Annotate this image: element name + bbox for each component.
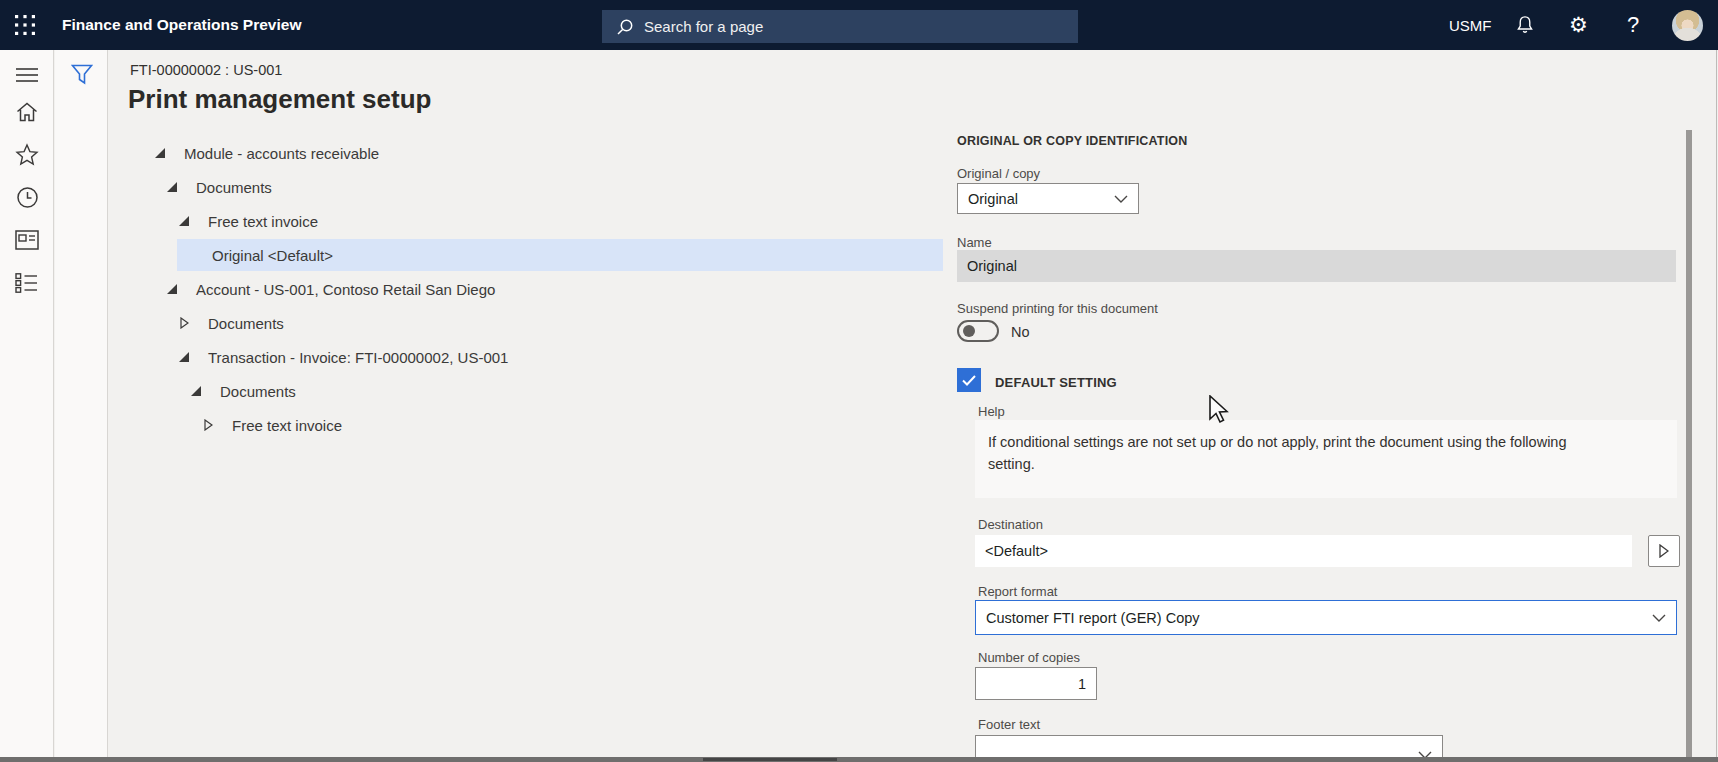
breadcrumb[interactable]: FTI-00000002 : US-001 [130,62,282,78]
tree: Module - accounts receivable Documents Fre… [144,136,943,442]
report-format-select[interactable]: Customer FTI report (GER) Copy [975,600,1677,635]
user-avatar[interactable] [1672,10,1703,41]
suspend-label: Suspend printing for this document [957,301,1158,316]
tree-item-label: Documents [208,315,284,332]
search-placeholder: Search for a page [644,18,763,35]
tree-expander-icon[interactable] [179,351,189,363]
menu-hamburger-icon[interactable] [0,62,54,88]
vertical-scrollbar[interactable] [1686,130,1692,762]
copies-input[interactable]: 1 [975,667,1097,700]
settings-gear-icon[interactable]: ⚙ [1569,0,1588,50]
tree-item-label: Free text invoice [232,417,342,434]
tree-item[interactable]: Documents [144,306,943,340]
app-launcher-icon[interactable] [12,12,38,38]
default-setting-label: DEFAULT SETTING [995,375,1117,390]
favorites-star-icon[interactable] [0,141,54,167]
app-window: Finance and Operations Preview Search fo… [0,0,1718,762]
mouse-cursor [1208,395,1230,425]
filter-funnel-icon[interactable] [55,61,109,87]
checkmark-icon [962,375,976,386]
app-title[interactable]: Finance and Operations Preview [62,0,301,50]
workspaces-icon[interactable] [0,227,54,253]
name-input: Original [957,250,1676,282]
page-title: Print management setup [128,84,431,115]
chevron-down-icon [1652,614,1666,622]
tree-item[interactable]: Account - US-001, Contoso Retail San Die… [144,272,943,306]
tree-item-label: Original <Default> [212,247,333,264]
tree-item[interactable]: Free text invoice [144,408,943,442]
bottom-edge-text [703,758,837,761]
copies-label: Number of copies [978,650,1080,665]
tree-item-label: Documents [196,179,272,196]
chevron-down-icon [1114,195,1128,203]
right-border [1716,50,1717,762]
tree-item[interactable]: Transaction - Invoice: FTI-00000002, US-… [144,340,943,374]
tree-item-label: Documents [220,383,296,400]
toggle-knob [963,325,975,337]
tree-item-label: Free text invoice [208,213,318,230]
tree-item[interactable]: Module - accounts receivable [144,136,943,170]
tree-expander-icon[interactable] [179,317,189,329]
destination-settings-button[interactable] [1648,535,1680,567]
help-label: Help [978,404,1005,419]
section-header: ORIGINAL OR COPY IDENTIFICATION [957,134,1188,148]
nav-rail [0,50,54,762]
tree-item-label: Transaction - Invoice: FTI-00000002, US-… [208,349,508,366]
name-label: Name [957,235,992,250]
original-copy-select[interactable]: Original [957,183,1139,214]
help-text-box: If conditional settings are not set up o… [975,420,1677,498]
destination-input[interactable]: <Default> [975,535,1632,567]
home-icon[interactable] [0,99,54,125]
tree-item-label: Account - US-001, Contoso Retail San Die… [196,281,495,298]
bottom-edge-bar [0,757,1718,762]
company-selector[interactable]: USMF [1449,0,1492,50]
tree-expander-icon[interactable] [155,147,165,159]
report-format-label: Report format [978,584,1057,599]
top-bar: Finance and Operations Preview Search fo… [0,0,1718,50]
tree-expander-icon[interactable] [203,419,213,431]
tree-item[interactable]: Original <Default> [144,238,943,272]
tree-item[interactable]: Documents [144,374,943,408]
suspend-value: No [1011,324,1030,340]
tree-expander-icon[interactable] [167,283,177,295]
default-setting-checkbox[interactable] [957,368,981,392]
tree-item-label: Module - accounts receivable [184,145,379,162]
tree-item[interactable]: Free text invoice [144,204,943,238]
help-icon[interactable]: ? [1627,0,1639,50]
modules-list-icon[interactable] [0,270,54,296]
tree-item[interactable]: Documents [144,170,943,204]
notifications-bell-icon[interactable] [1514,0,1536,50]
search-icon [616,18,634,36]
tree-expander-icon[interactable] [191,385,201,397]
tree-expander-icon[interactable] [167,181,177,193]
original-copy-label: Original / copy [957,166,1040,181]
filter-rail [55,50,108,762]
search-input[interactable]: Search for a page [602,10,1078,43]
tree-expander-icon[interactable] [179,215,189,227]
destination-label: Destination [978,517,1043,532]
footer-text-label: Footer text [978,717,1040,732]
recent-clock-icon[interactable] [0,184,54,210]
suspend-toggle[interactable] [957,320,999,342]
play-icon [1659,544,1669,558]
